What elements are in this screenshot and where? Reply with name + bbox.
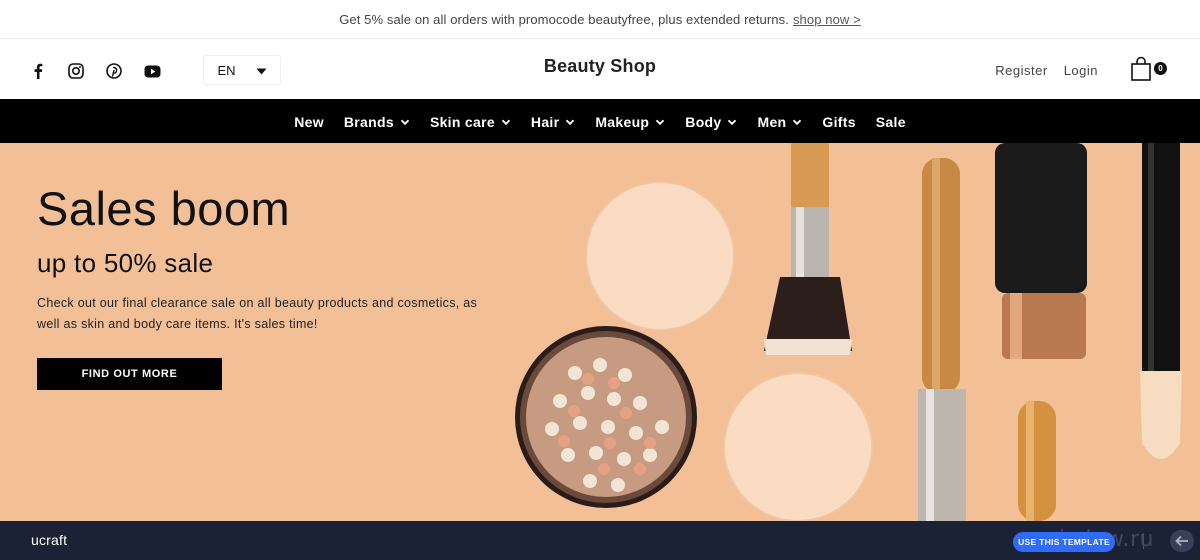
ucraft-logo[interactable]: ucraft	[31, 532, 67, 548]
facebook-icon[interactable]	[28, 61, 48, 81]
chevron-down-icon	[501, 117, 511, 127]
nav-item-men[interactable]: Men	[747, 114, 812, 130]
site-header: EN Beauty Shop Register Login 0	[0, 39, 1200, 99]
back-button[interactable]	[1170, 530, 1194, 552]
cart-button[interactable]: 0	[1130, 56, 1174, 84]
builder-bar: ucraft grizdew.ru USE THIS TEMPLATE	[0, 521, 1200, 560]
nav-item-skin-care[interactable]: Skin care	[420, 114, 521, 130]
nav-label: Skin care	[429, 113, 495, 130]
nav-item-gifts[interactable]: Gifts	[812, 114, 865, 130]
nav-label: Men	[757, 113, 787, 130]
hero-description: Check out our final clearance sale on al…	[37, 296, 478, 331]
shop-now-link[interactable]: shop now >	[793, 12, 861, 27]
social-links	[28, 61, 162, 81]
hero-text: Sales boom up to 50% sale Check out our …	[37, 181, 497, 335]
cosmetics-image	[515, 143, 1182, 521]
nav-item-body[interactable]: Body	[675, 114, 747, 130]
instagram-icon[interactable]	[66, 61, 86, 81]
nav-item-new[interactable]: New	[284, 114, 334, 130]
find-out-more-button[interactable]: FIND OUT MORE	[37, 358, 222, 390]
divider	[1143, 533, 1144, 549]
hero-title: Sales boom	[37, 182, 291, 235]
youtube-icon[interactable]	[142, 61, 162, 81]
account-links: Register Login	[995, 63, 1098, 78]
language-value: EN	[217, 62, 236, 78]
register-link[interactable]: Register	[995, 63, 1047, 78]
hero-subtitle: up to 50% sale	[37, 248, 214, 278]
nav-label: New	[294, 113, 324, 130]
chevron-down-icon	[655, 117, 665, 127]
nav-item-brands[interactable]: Brands	[334, 114, 420, 130]
shopping-bag-icon	[1131, 56, 1151, 81]
chevron-down-icon	[727, 117, 737, 127]
cart-count-badge: 0	[1154, 62, 1167, 75]
pinterest-icon[interactable]	[104, 61, 124, 81]
chevron-down-icon	[565, 117, 575, 127]
nav-item-makeup[interactable]: Makeup	[585, 114, 675, 130]
chevron-down-icon	[792, 117, 802, 127]
caret-down-icon	[256, 63, 267, 78]
arrow-left-icon	[1175, 535, 1188, 547]
chevron-down-icon	[400, 117, 410, 127]
announcement-bar: Get 5% sale on all orders with promocode…	[0, 0, 1200, 39]
nav-label: Body	[685, 113, 722, 130]
login-link[interactable]: Login	[1064, 63, 1098, 78]
nav-label: Sale	[875, 113, 906, 130]
nav-label: Makeup	[595, 113, 650, 130]
nav-label: Gifts	[822, 113, 856, 130]
language-select[interactable]: EN	[203, 55, 281, 85]
announcement-text: Get 5% sale on all orders with promocode…	[339, 11, 789, 27]
nav-item-sale[interactable]: Sale	[866, 114, 916, 130]
main-nav: New Brands Skin care Hair Makeup Body Me…	[0, 99, 1200, 144]
hero-banner: Sales boom up to 50% sale Check out our …	[0, 143, 1200, 521]
nav-label: Hair	[530, 113, 560, 130]
nav-item-hair[interactable]: Hair	[521, 114, 585, 130]
nav-label: Brands	[343, 113, 394, 130]
use-template-button[interactable]: USE THIS TEMPLATE	[1013, 532, 1115, 552]
